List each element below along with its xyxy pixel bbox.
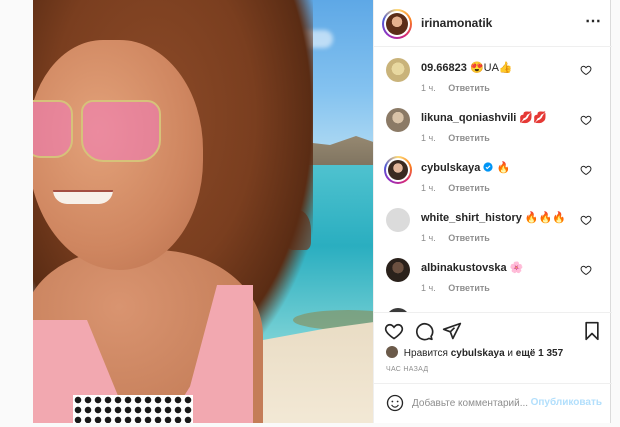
comment-bubble-icon[interactable] [414, 321, 434, 341]
action-bar [374, 312, 612, 348]
commenter-username[interactable]: albinakustovska [421, 262, 507, 274]
commenter-username[interactable]: likuna_qoniashvili [421, 112, 516, 124]
liker-username[interactable]: cybulskaya [451, 348, 505, 359]
comment-meta: 1 ч. Ответить [421, 83, 490, 93]
comment-time: 1 ч. [421, 283, 436, 293]
commenter-username[interactable]: white_shirt_history [421, 212, 522, 224]
comments-list[interactable]: 09.66823 😍UA👍 1 ч. Ответить likuna_qonia… [374, 48, 612, 312]
like-comment-heart-icon[interactable] [580, 114, 592, 126]
comment-text: 09.66823 😍UA👍 [421, 61, 513, 74]
emoji-smiley-icon[interactable] [386, 394, 404, 412]
comment-meta: 1 ч. Ответить [421, 283, 490, 293]
comment-text: white_shirt_history 🔥🔥🔥 [421, 211, 566, 224]
comment-meta: 1 ч. Ответить [421, 183, 490, 193]
post-photo[interactable] [33, 0, 373, 423]
glasses-right-lens [81, 100, 161, 162]
commenter-avatar[interactable] [386, 108, 410, 132]
comment-body: 🔥🔥🔥 [524, 212, 567, 224]
comment-time: 1 ч. [421, 83, 436, 93]
comment-item: white_shirt_history 🔥🔥🔥 1 ч. Ответить [374, 200, 612, 250]
post-time[interactable]: ЧАС НАЗАД [386, 366, 428, 373]
commenter-avatar[interactable] [386, 258, 410, 282]
comment-body: 💋💋 [519, 112, 547, 124]
author-avatar[interactable] [382, 9, 412, 39]
like-comment-heart-icon[interactable] [580, 164, 592, 176]
commenter-avatar[interactable] [386, 58, 410, 82]
comment-time: 1 ч. [421, 233, 436, 243]
like-comment-heart-icon[interactable] [580, 264, 592, 276]
verified-badge-icon [483, 162, 493, 172]
likes-prefix: Нравится [403, 348, 448, 359]
publish-button[interactable]: Опубликовать [531, 397, 602, 408]
like-comment-heart-icon[interactable] [580, 214, 592, 226]
comment-item: albinakustovska 🌸 1 ч. Ответить [374, 250, 612, 300]
comment-time: 1 ч. [421, 183, 436, 193]
comment-meta: 1 ч. Ответить [421, 233, 490, 243]
comment-item: cybulskaya 🔥 1 ч. Ответить [374, 150, 612, 200]
comment-meta: 1 ч. Ответить [421, 133, 490, 143]
comment-body: 🔥 [496, 162, 511, 174]
share-paper-plane-icon[interactable] [442, 321, 462, 341]
polka-dot-fabric [73, 395, 193, 423]
author-username[interactable]: irinamonatik [421, 16, 492, 30]
comment-time: 1 ч. [421, 133, 436, 143]
post-header: irinamonatik ⋯ [374, 0, 612, 47]
liker-avatar [386, 346, 398, 358]
commenter-avatar[interactable] [384, 156, 412, 184]
comment-text: albinakustovska 🌸 [421, 261, 523, 274]
likes-middle: и [507, 348, 514, 359]
commenter-avatar[interactable] [386, 208, 410, 232]
comment-input[interactable] [412, 395, 532, 411]
commenter-username[interactable]: cybulskaya [421, 162, 480, 174]
comment-text: cybulskaya 🔥 [421, 161, 510, 174]
add-comment-bar: Опубликовать [374, 383, 612, 423]
like-heart-icon[interactable] [384, 321, 404, 341]
reply-button[interactable]: Ответить [448, 133, 490, 143]
glasses-left-lens [33, 100, 73, 158]
like-comment-heart-icon[interactable] [580, 64, 592, 76]
save-bookmark-icon[interactable] [582, 321, 602, 341]
reply-button[interactable]: Ответить [448, 83, 490, 93]
smile [53, 190, 113, 204]
comment-item: likuna_qoniashvili 💋💋 1 ч. Ответить [374, 100, 612, 150]
comment-item-partial [374, 300, 612, 312]
reply-button[interactable]: Ответить [448, 283, 490, 293]
comment-text: likuna_qoniashvili 💋💋 [421, 111, 547, 124]
comment-body: 😍UA👍 [469, 62, 513, 74]
more-options-icon[interactable]: ⋯ [585, 14, 602, 30]
comment-item: 09.66823 😍UA👍 1 ч. Ответить [374, 50, 612, 100]
comment-body: 🌸 [509, 262, 524, 274]
likes-summary[interactable]: Нравится cybulskaya и ещё 1 357 [386, 346, 563, 359]
reply-button[interactable]: Ответить [448, 233, 490, 243]
commenter-username[interactable]: 09.66823 [421, 62, 467, 74]
reply-button[interactable]: Ответить [448, 183, 490, 193]
likes-count[interactable]: ещё 1 357 [516, 348, 563, 359]
post-sidebar: irinamonatik ⋯ 09.66823 😍UA👍 1 ч. Ответи… [373, 0, 612, 423]
